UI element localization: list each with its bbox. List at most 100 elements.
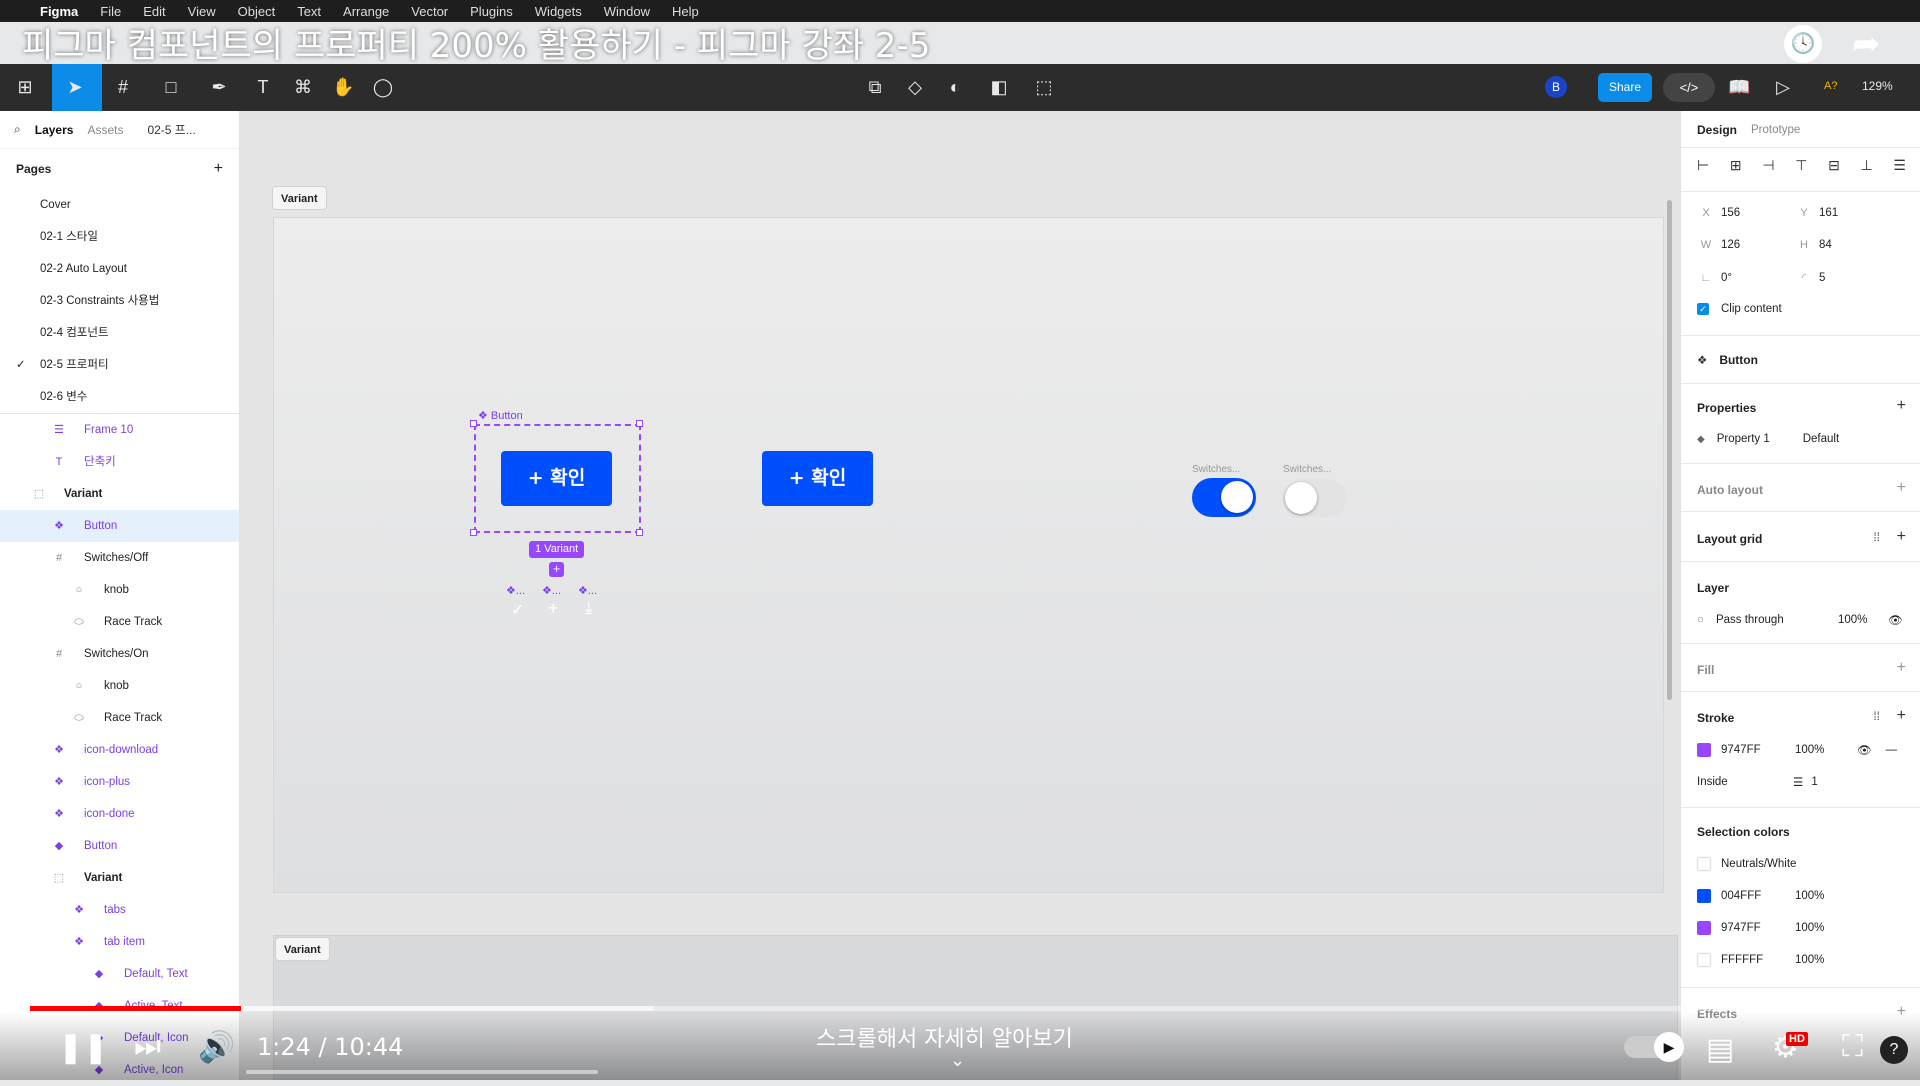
create-component-icon[interactable]: ◇ bbox=[904, 76, 926, 98]
page-item[interactable]: 02-1 스타일 bbox=[0, 221, 239, 253]
layer-row[interactable]: ◆ Default, Text bbox=[0, 958, 239, 990]
layer-opacity[interactable]: 100% bbox=[1838, 614, 1878, 626]
layer-row[interactable]: ⬚ Variant bbox=[0, 862, 239, 894]
scroll-hint[interactable]: 스크롤해서 자세히 알아보기 bbox=[816, 1021, 1073, 1053]
menu-item[interactable]: Edit bbox=[143, 4, 165, 19]
color-swatch[interactable] bbox=[1697, 857, 1711, 871]
canvas-scrollbar[interactable] bbox=[1667, 200, 1672, 700]
zoom-level[interactable]: 129% bbox=[1862, 79, 1893, 93]
layer-row[interactable]: ❖ icon-plus bbox=[0, 766, 239, 798]
tab-layers[interactable]: Layers bbox=[35, 123, 74, 137]
menu-item[interactable]: Arrange bbox=[343, 4, 389, 19]
add-variant-icon[interactable]: + bbox=[549, 562, 564, 577]
progress-played[interactable] bbox=[30, 1006, 241, 1011]
selection-color-row[interactable]: FFFFFF 100% bbox=[1697, 953, 1906, 967]
layer-row[interactable]: ⬭ Race Track bbox=[0, 702, 239, 734]
x-input[interactable]: 156 bbox=[1721, 207, 1795, 219]
ai-label[interactable]: A? bbox=[1824, 80, 1837, 92]
page-item[interactable]: 02-4 컴포넌트 bbox=[0, 317, 239, 349]
color-swatch[interactable] bbox=[1697, 921, 1711, 935]
blend-mode-select[interactable]: Pass through bbox=[1716, 614, 1838, 626]
layer-row[interactable]: ❖ icon-download bbox=[0, 734, 239, 766]
layer-row[interactable]: T 단축키 bbox=[0, 446, 239, 478]
confirm-button-component[interactable]: + 확인 bbox=[501, 451, 612, 506]
property-name[interactable]: Property 1 bbox=[1717, 433, 1803, 445]
y-input[interactable]: 161 bbox=[1819, 207, 1838, 219]
stroke-style-icon[interactable]: ⁞⁞ bbox=[1873, 709, 1880, 723]
stroke-color-swatch[interactable] bbox=[1697, 743, 1711, 757]
resources-tool-icon[interactable]: ⌘ bbox=[292, 76, 314, 98]
exit-fullscreen-icon[interactable]: ⛶ bbox=[1842, 1030, 1863, 1064]
pause-icon[interactable]: ❚❚ bbox=[58, 1030, 108, 1065]
share-button[interactable]: Share bbox=[1598, 73, 1652, 102]
layer-row[interactable]: ○ knob bbox=[0, 670, 239, 702]
menu-item[interactable]: Help bbox=[672, 4, 699, 19]
menu-item[interactable]: Vector bbox=[411, 4, 448, 19]
shape-tool-icon[interactable]: □ bbox=[160, 76, 182, 98]
figma-menu-icon[interactable]: ⊞ bbox=[14, 76, 36, 98]
page-item[interactable]: 02-6 변수 bbox=[0, 381, 239, 413]
page-item[interactable]: ✓ 02-5 프로퍼티 bbox=[0, 349, 239, 381]
tab-assets[interactable]: Assets bbox=[87, 123, 123, 137]
resize-handle[interactable] bbox=[636, 529, 643, 536]
layer-row[interactable]: # Switches/Off bbox=[0, 542, 239, 574]
dev-mode-toggle[interactable]: </> bbox=[1663, 73, 1715, 102]
menu-item[interactable]: Widgets bbox=[535, 4, 582, 19]
selection-color-row[interactable]: 9747FF 100% bbox=[1697, 921, 1906, 935]
stroke-visibility-eye-icon[interactable]: 👁 bbox=[1857, 743, 1872, 757]
add-page-icon[interactable]: + bbox=[214, 160, 223, 178]
align-left-icon[interactable]: ⊢ bbox=[1697, 157, 1709, 174]
width-input[interactable]: 126 bbox=[1721, 239, 1795, 251]
layer-row[interactable]: ❖ tabs bbox=[0, 894, 239, 926]
clip-content-checkbox[interactable]: ✓ bbox=[1697, 303, 1709, 315]
property-value[interactable]: Default bbox=[1803, 433, 1839, 445]
library-icon[interactable]: 📖 bbox=[1728, 76, 1750, 98]
add-stroke-icon[interactable]: + bbox=[1897, 707, 1906, 725]
video-title[interactable]: 피그마 컴포넌트의 프로퍼티 200% 활용하기 - 피그마 강좌 2-5 bbox=[22, 18, 930, 67]
boolean-icon[interactable]: ◧ bbox=[988, 76, 1010, 98]
menu-item[interactable]: Text bbox=[297, 4, 321, 19]
align-right-icon[interactable]: ⊣ bbox=[1762, 157, 1774, 174]
remove-stroke-icon[interactable]: — bbox=[1886, 744, 1898, 756]
color-swatch[interactable] bbox=[1697, 953, 1711, 967]
frame-label-2[interactable]: Variant bbox=[275, 937, 330, 961]
add-layout-grid-icon[interactable]: + bbox=[1897, 528, 1906, 546]
help-icon[interactable]: ? bbox=[1880, 1036, 1908, 1064]
switch-on[interactable] bbox=[1192, 478, 1256, 517]
subtitles-icon[interactable]: ▤ bbox=[1706, 1032, 1734, 1067]
chevron-down-icon[interactable]: ⌄ bbox=[950, 1050, 965, 1071]
stroke-color-hex[interactable]: 9747FF bbox=[1721, 744, 1795, 756]
component-set-icon[interactable]: ⧉ bbox=[864, 76, 886, 98]
layer-row[interactable]: ⬭ Race Track bbox=[0, 606, 239, 638]
page-item[interactable]: 02-2 Auto Layout bbox=[0, 253, 239, 285]
page-item[interactable]: 02-3 Constraints 사용법 bbox=[0, 285, 239, 317]
layer-row[interactable]: # Switches/On bbox=[0, 638, 239, 670]
layer-row[interactable]: ⬚ Variant bbox=[0, 478, 239, 510]
layer-row[interactable]: ◆ Button bbox=[0, 830, 239, 862]
component-label[interactable]: ❖ Button bbox=[478, 409, 523, 422]
page-switcher[interactable]: 02-5 프... bbox=[147, 121, 195, 138]
stroke-width-input[interactable]: 1 bbox=[1811, 776, 1817, 788]
autoplay-toggle[interactable]: ▶ bbox=[1624, 1032, 1684, 1062]
stroke-position-select[interactable]: Inside bbox=[1697, 776, 1793, 788]
layout-grid-style-icon[interactable]: ⁞⁞ bbox=[1873, 530, 1880, 544]
menu-item[interactable]: View bbox=[188, 4, 216, 19]
next-icon[interactable]: ⏭ bbox=[134, 1030, 161, 1064]
search-icon[interactable]: ⌕ bbox=[14, 122, 21, 137]
crop-icon[interactable]: ⬚ bbox=[1033, 76, 1055, 98]
corner-radius-input[interactable]: 5 bbox=[1819, 272, 1825, 284]
present-icon[interactable]: ▷ bbox=[1772, 76, 1794, 98]
tab-prototype[interactable]: Prototype bbox=[1751, 124, 1800, 136]
variant-frame[interactable] bbox=[273, 217, 1664, 893]
add-auto-layout-icon[interactable]: + bbox=[1897, 479, 1906, 497]
rotation-input[interactable]: 0° bbox=[1721, 272, 1795, 284]
variant-mini-1[interactable]: ❖... bbox=[506, 584, 525, 597]
selection-color-row[interactable]: Neutrals/White bbox=[1697, 857, 1906, 871]
variant-badge[interactable]: 1 Variant bbox=[529, 541, 585, 558]
add-property-icon[interactable]: + bbox=[1897, 397, 1906, 415]
layer-row[interactable]: ○ knob bbox=[0, 574, 239, 606]
tab-design[interactable]: Design bbox=[1697, 123, 1737, 137]
comment-tool-icon[interactable]: ◯ bbox=[372, 76, 394, 98]
variant-mini-2[interactable]: ❖... bbox=[542, 584, 561, 597]
color-swatch[interactable] bbox=[1697, 889, 1711, 903]
